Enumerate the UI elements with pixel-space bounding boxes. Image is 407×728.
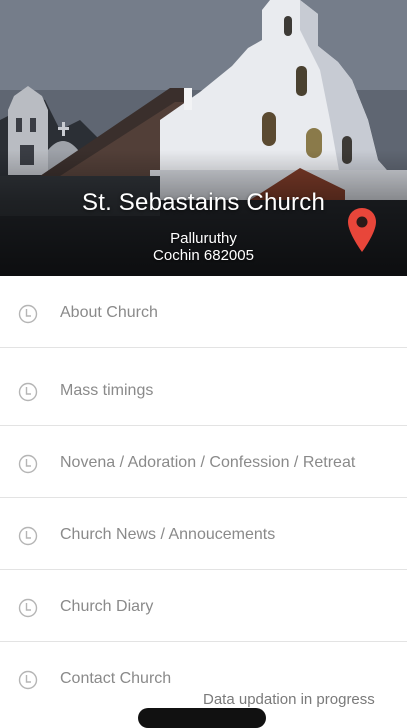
menu-item-label: Church Diary (60, 598, 154, 615)
menu-item-label: About Church (60, 304, 158, 321)
clock-icon (18, 382, 38, 402)
clock-icon (18, 454, 38, 474)
menu-item-church-diary[interactable]: Church Diary (0, 570, 407, 642)
clock-icon (18, 526, 38, 546)
menu-item-label: Contact Church (60, 670, 172, 687)
clock-icon (18, 670, 38, 690)
map-pin-icon[interactable] (346, 206, 378, 254)
menu-item-label: Church News / Annoucements (60, 526, 276, 543)
menu-item-about-church[interactable]: About Church (0, 276, 407, 348)
menu-item-label: Novena / Adoration / Confession / Retrea… (60, 454, 356, 471)
menu-item-novena[interactable]: Novena / Adoration / Confession / Retrea… (0, 426, 407, 498)
status-message: Data updation in progress (203, 691, 375, 708)
clock-icon (18, 598, 38, 618)
menu-item-label: Mass timings (60, 382, 154, 399)
clock-icon (18, 304, 38, 324)
menu-item-church-news[interactable]: Church News / Annoucements (0, 498, 407, 570)
menu-item-mass-timings[interactable]: Mass timings (0, 354, 407, 426)
home-indicator[interactable] (138, 708, 266, 728)
church-header: St. Sebastains Church Palluruthy Cochin … (0, 0, 407, 276)
